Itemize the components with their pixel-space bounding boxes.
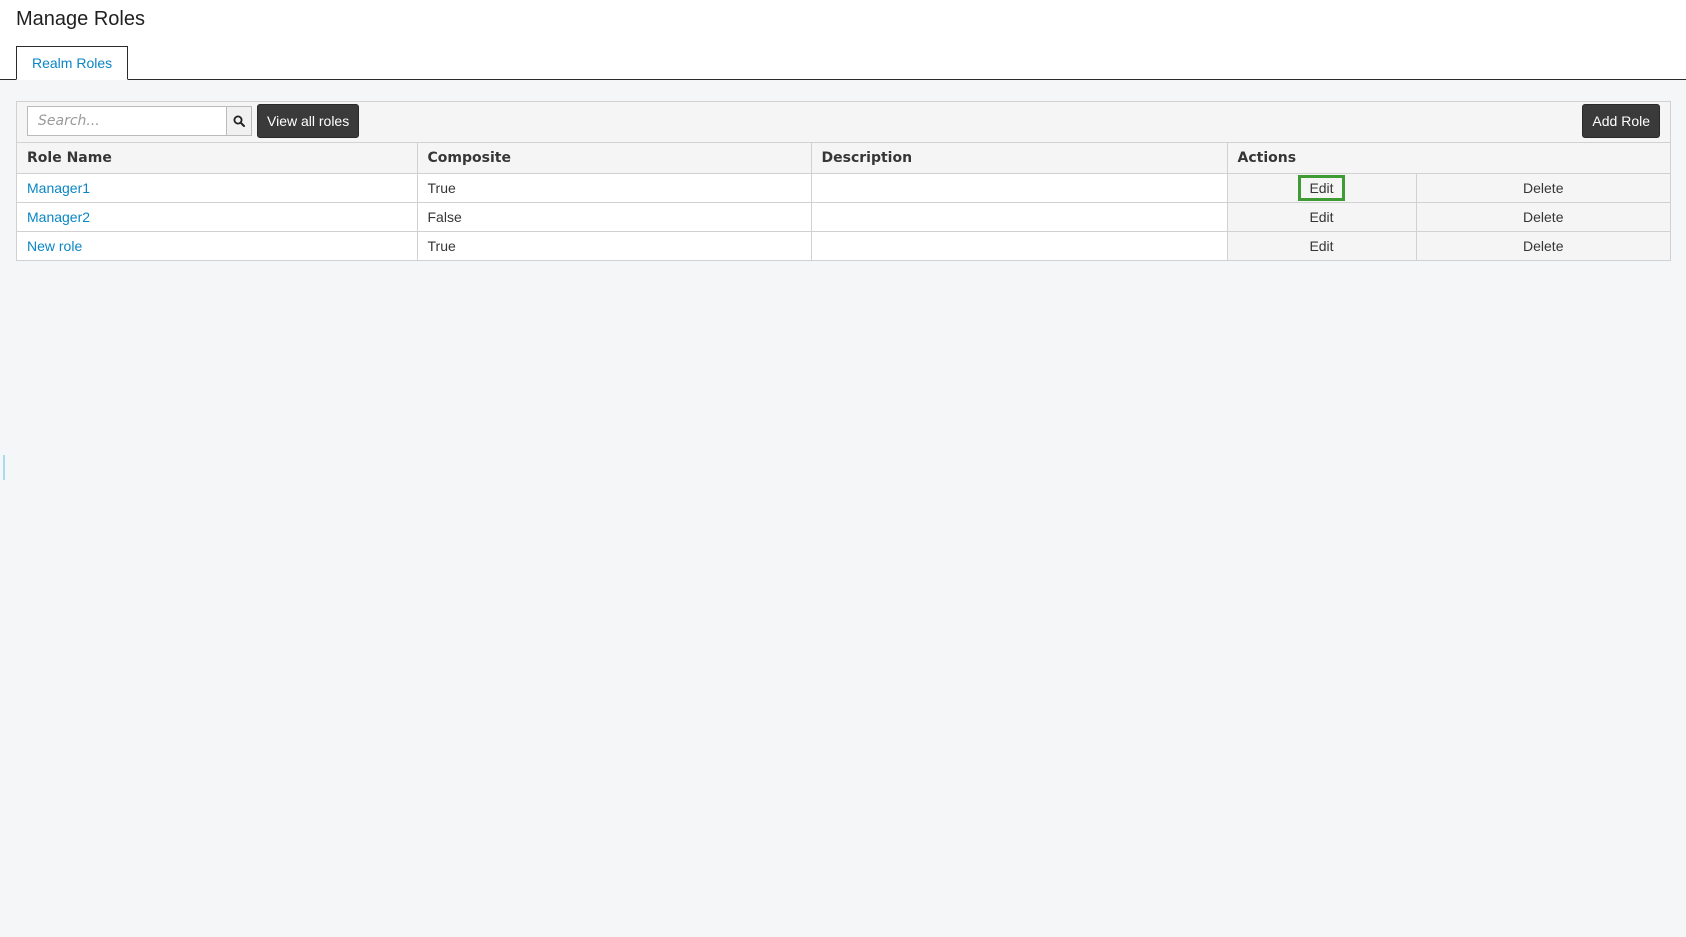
search-button[interactable] bbox=[227, 106, 252, 136]
column-header-actions: Actions bbox=[1227, 143, 1670, 174]
edit-label: Edit bbox=[1298, 174, 1345, 201]
edit-label: Edit bbox=[1309, 208, 1334, 225]
role-link-manager1[interactable]: Manager1 bbox=[27, 180, 90, 196]
composite-cell: True bbox=[417, 231, 812, 260]
role-link-manager2[interactable]: Manager2 bbox=[27, 209, 90, 225]
delete-button[interactable]: Delete bbox=[1416, 231, 1670, 260]
delete-label: Delete bbox=[1523, 208, 1564, 225]
scroll-edge-indicator bbox=[3, 455, 5, 480]
page-header: Manage Roles Realm Roles bbox=[0, 0, 1686, 80]
composite-cell: False bbox=[417, 202, 812, 232]
role-link-new-role[interactable]: New role bbox=[27, 238, 82, 254]
search-input[interactable] bbox=[27, 106, 227, 136]
edit-label: Edit bbox=[1309, 237, 1334, 254]
role-name-cell: Manager2 bbox=[17, 202, 418, 232]
search-group bbox=[27, 106, 252, 136]
delete-button[interactable]: Delete bbox=[1416, 202, 1670, 232]
composite-cell: True bbox=[417, 173, 812, 203]
table-row: New role True Edit Delete bbox=[17, 231, 1670, 260]
roles-table: Role Name Composite Description Actions … bbox=[17, 143, 1670, 260]
delete-label: Delete bbox=[1523, 237, 1564, 254]
tab-realm-roles[interactable]: Realm Roles bbox=[16, 46, 129, 80]
role-name-cell: Manager1 bbox=[17, 173, 418, 203]
add-role-button[interactable]: Add Role bbox=[1582, 104, 1660, 138]
roles-panel: View all roles Add Role Role Name Compos… bbox=[16, 101, 1671, 261]
table-header-row: Role Name Composite Description Actions bbox=[17, 143, 1670, 174]
description-cell bbox=[811, 202, 1228, 232]
roles-toolbar: View all roles Add Role bbox=[17, 102, 1670, 143]
edit-button[interactable]: Edit bbox=[1227, 173, 1417, 203]
role-name-cell: New role bbox=[17, 231, 418, 260]
edit-button[interactable]: Edit bbox=[1227, 231, 1417, 260]
column-header-description[interactable]: Description bbox=[811, 143, 1228, 174]
page-title: Manage Roles bbox=[16, 8, 145, 30]
column-header-role-name[interactable]: Role Name bbox=[17, 143, 418, 174]
delete-label: Delete bbox=[1523, 179, 1564, 196]
search-icon bbox=[233, 115, 245, 127]
table-row: Manager2 False Edit Delete bbox=[17, 202, 1670, 232]
column-header-composite[interactable]: Composite bbox=[417, 143, 812, 174]
description-cell bbox=[811, 173, 1228, 203]
view-all-roles-button[interactable]: View all roles bbox=[257, 104, 360, 138]
table-row: Manager1 True Edit Delete bbox=[17, 173, 1670, 203]
delete-button[interactable]: Delete bbox=[1416, 173, 1670, 203]
description-cell bbox=[811, 231, 1228, 260]
edit-button[interactable]: Edit bbox=[1227, 202, 1417, 232]
